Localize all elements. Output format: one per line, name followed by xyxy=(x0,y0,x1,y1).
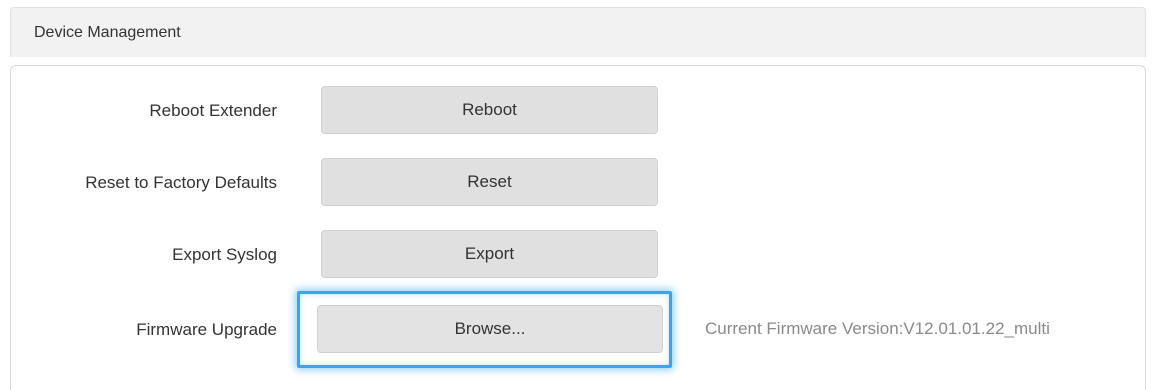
export-label: Export Syslog xyxy=(172,245,277,264)
device-management-panel: Device Management Reboot Extender Reboot… xyxy=(10,7,1146,390)
current-firmware-version: Current Firmware Version:V12.01.01.22_mu… xyxy=(705,319,1050,338)
reboot-row: Reboot Extender Reboot xyxy=(11,86,1147,136)
panel-body: Reboot Extender Reboot Reset to Factory … xyxy=(10,65,1146,390)
browse-button[interactable]: Browse... xyxy=(317,305,663,353)
export-row: Export Syslog Export xyxy=(11,230,1147,280)
page: Device Management Reboot Extender Reboot… xyxy=(0,0,1152,390)
firmware-row: Firmware Upgrade Browse... Current Firmw… xyxy=(11,291,1147,368)
panel-title: Device Management xyxy=(34,23,181,41)
firmware-label: Firmware Upgrade xyxy=(136,320,277,339)
export-button[interactable]: Export xyxy=(321,230,658,278)
reboot-label: Reboot Extender xyxy=(149,101,277,120)
reset-label: Reset to Factory Defaults xyxy=(85,173,277,192)
reset-row: Reset to Factory Defaults Reset xyxy=(11,158,1147,208)
reset-button[interactable]: Reset xyxy=(321,158,658,206)
panel-header: Device Management xyxy=(10,7,1146,57)
reboot-button[interactable]: Reboot xyxy=(321,86,658,134)
